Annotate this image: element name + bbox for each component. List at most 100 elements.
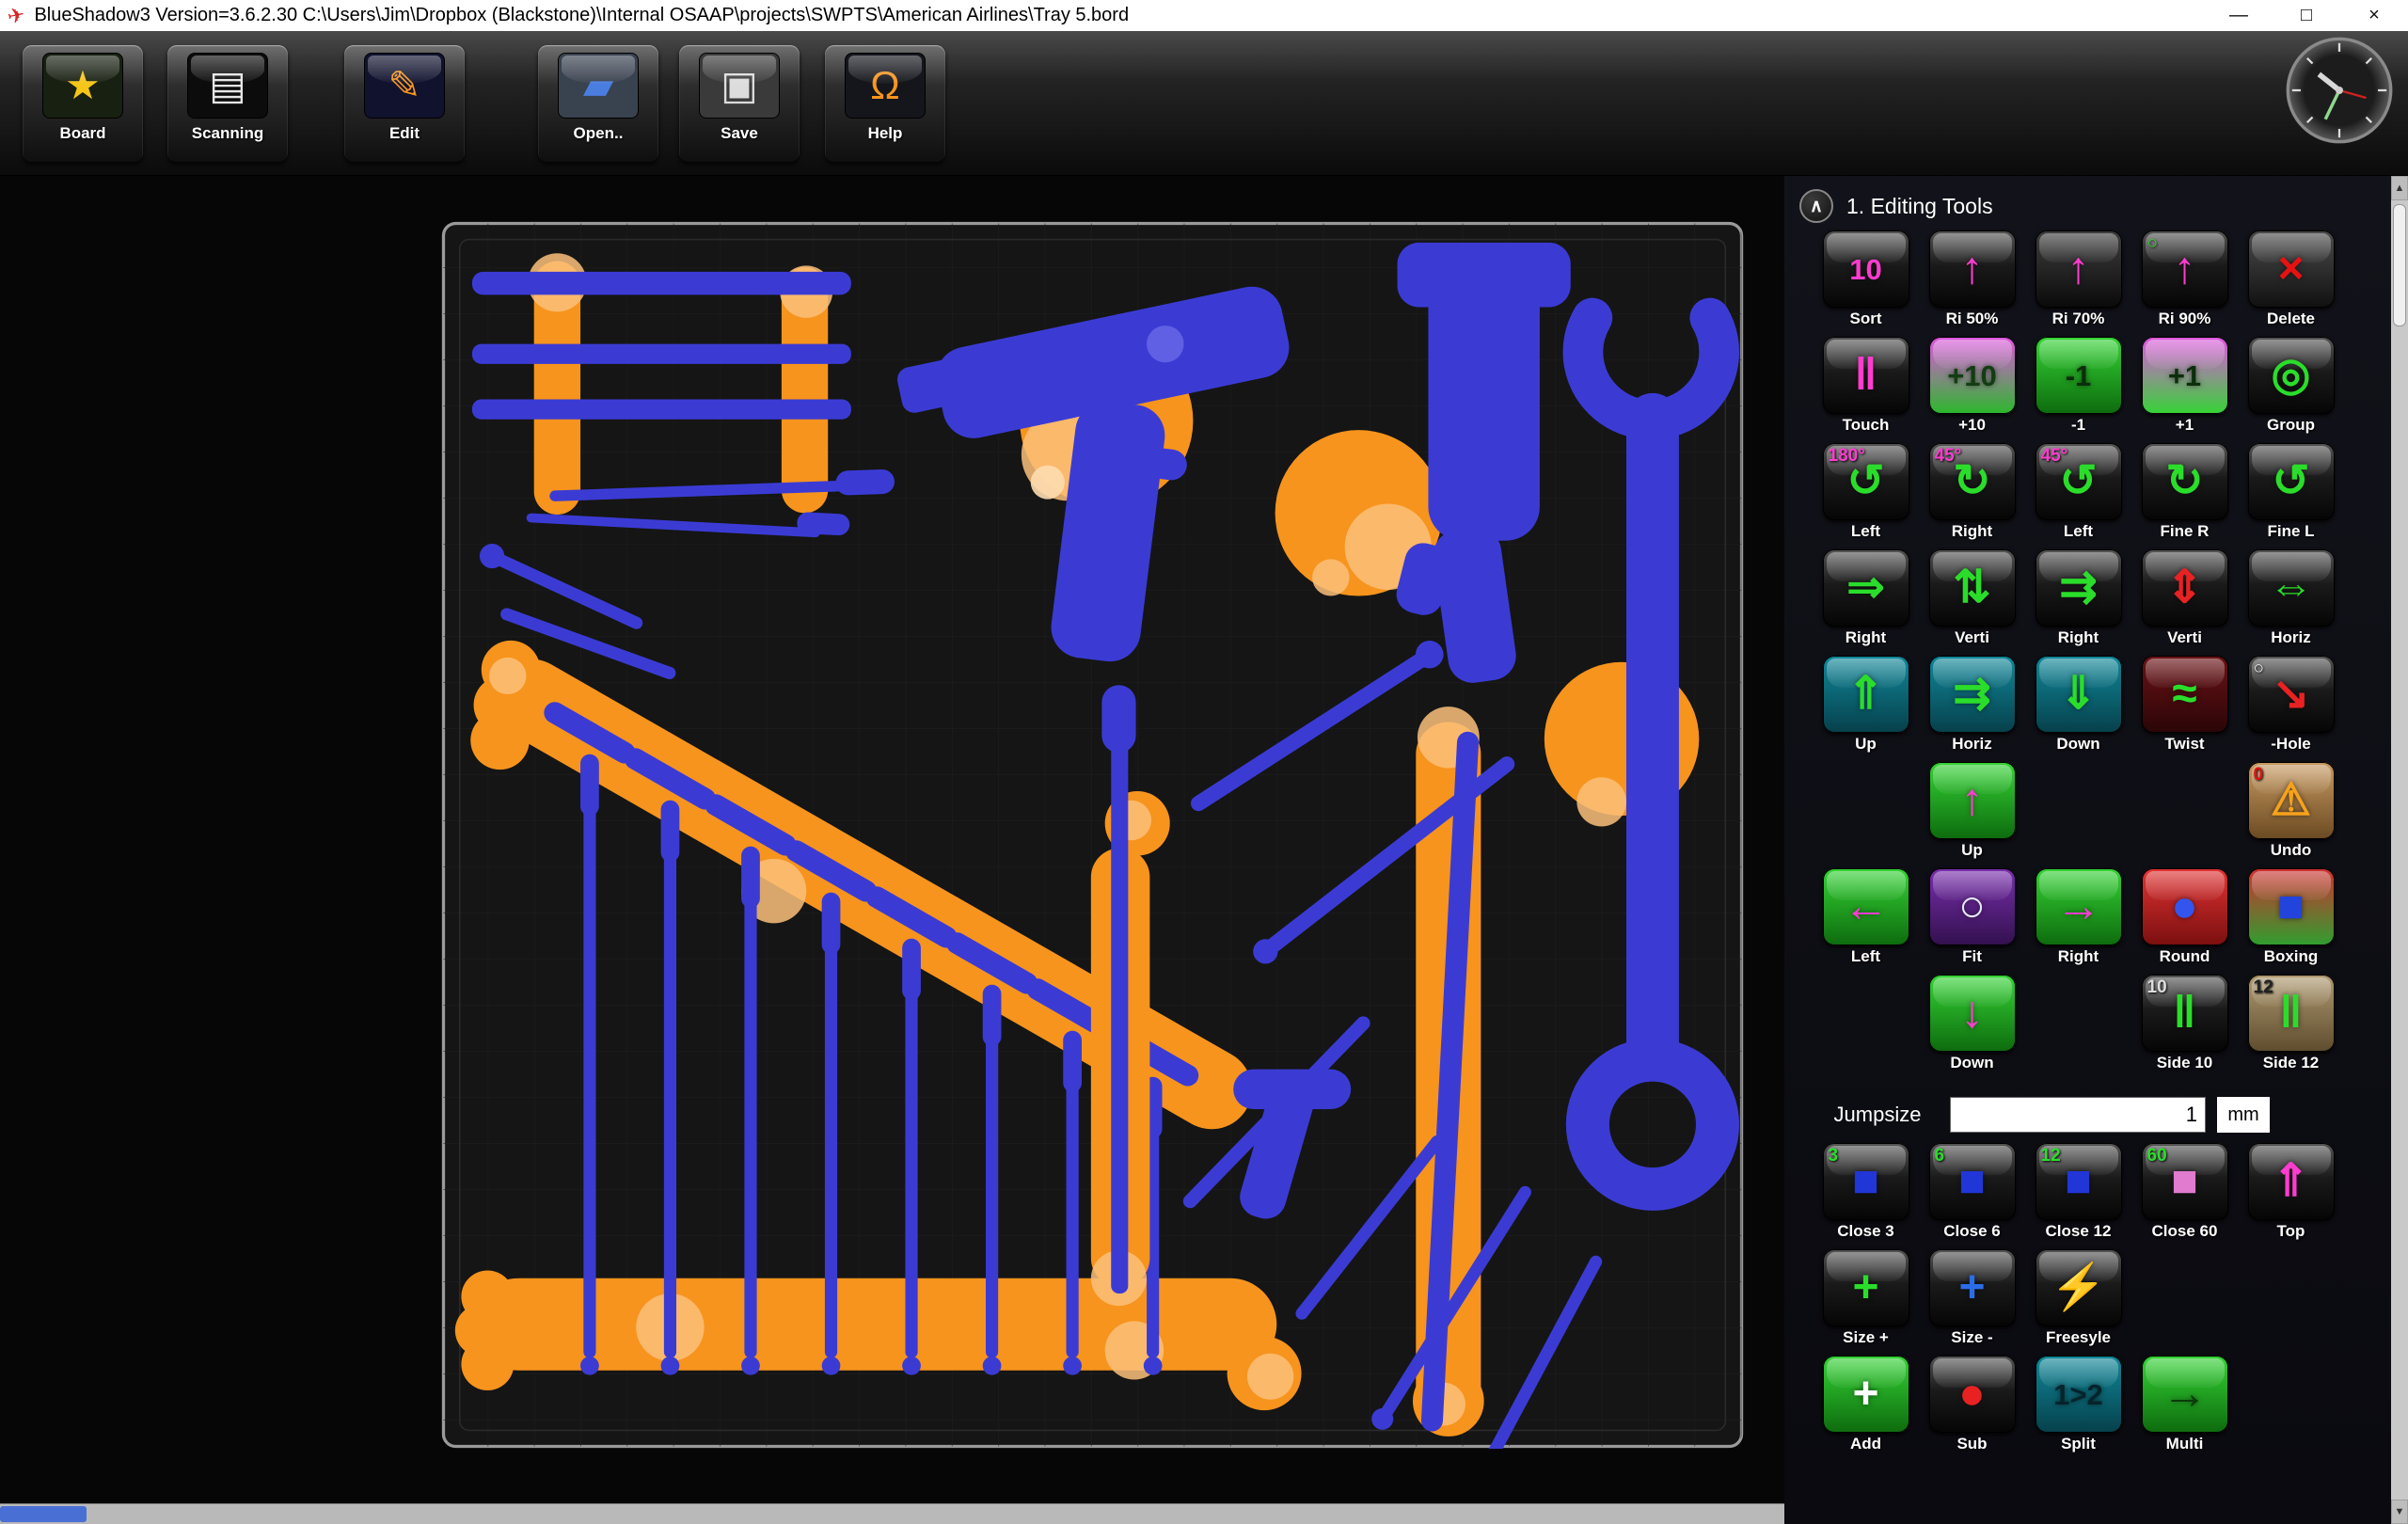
tool-button-fine-r[interactable]: ↻Fine R	[2131, 443, 2238, 549]
tool-button-delete[interactable]: ×Delete	[2238, 230, 2344, 337]
vertical-scrollbar-track[interactable]	[2391, 200, 2408, 1500]
ri-50-icon: ↑	[1929, 230, 2016, 308]
tool-button-twist[interactable]: ≈Twist	[2131, 656, 2238, 762]
tool-button-hole[interactable]: ↘○-Hole	[2238, 656, 2344, 762]
10-icon: +10	[1929, 337, 2016, 414]
open-icon: ▰	[558, 53, 639, 119]
tool-button-sub[interactable]: ●Sub	[1919, 1356, 2025, 1462]
tool-button-round[interactable]: ●Round	[2131, 868, 2238, 975]
tool-button-down[interactable]: ↓Down	[1919, 975, 2025, 1081]
tool-button-close-3[interactable]: ■3Close 3	[1813, 1143, 1919, 1249]
board-canvas[interactable]	[441, 221, 1744, 1449]
scroll-down-button[interactable]: ▼	[2391, 1500, 2408, 1524]
tool-button-top[interactable]: ⇑ Top	[2238, 1143, 2344, 1249]
tool-button-verti[interactable]: ⇕Verti	[2131, 549, 2238, 656]
tool-label: Boxing	[2264, 947, 2319, 966]
tool-button-group[interactable]: ◎Group	[2238, 337, 2344, 443]
tool-button-ri-90[interactable]: ↑○Ri 90%	[2131, 230, 2238, 337]
tool-button-up[interactable]: ↑Up	[1919, 762, 2025, 868]
tool-button-ri-70[interactable]: ↑Ri 70%	[2025, 230, 2131, 337]
tool-button-verti[interactable]: ⇅Verti	[1919, 549, 2025, 656]
close-6-badge: 6	[1935, 1146, 1945, 1167]
tool-button-multi[interactable]: →Multi	[2131, 1356, 2238, 1462]
maximize-button[interactable]: □	[2273, 0, 2340, 31]
tool-button-close-12[interactable]: ■12Close 12	[2025, 1143, 2131, 1249]
toolbar-button-scanning[interactable]: ▤Scanning	[167, 45, 288, 162]
tool-button-boxing[interactable]: ■ Boxing	[2238, 868, 2344, 975]
close-12-badge: 12	[2041, 1146, 2061, 1167]
tool-label: Close 6	[1943, 1222, 2000, 1241]
tool-label: Fine R	[2161, 522, 2210, 541]
tool-button-fine-l[interactable]: ↺Fine L	[2238, 443, 2344, 549]
tool-label: Top	[2277, 1222, 2305, 1241]
vertical-scrollbar[interactable]: ▲ ▼	[2391, 176, 2408, 1524]
jumpsize-input[interactable]	[1950, 1097, 2206, 1133]
tool-button-close-6[interactable]: ■6Close 6	[1919, 1143, 2025, 1249]
toolbar-button-edit[interactable]: ✎Edit	[344, 45, 465, 162]
tool-button-side-12[interactable]: ‖12Side 12	[2238, 975, 2344, 1081]
tool-button-right[interactable]: ↻45°Right	[1919, 443, 2025, 549]
tool-button-sort[interactable]: 10Sort	[1813, 230, 1919, 337]
tool-button-size[interactable]: + Size -	[1919, 1249, 2025, 1356]
tool-label: Right	[2058, 947, 2099, 966]
split-glyph: 1>2	[2053, 1380, 2103, 1409]
toolbar-button-board[interactable]: ★Board	[23, 45, 143, 162]
toolbar-button-save[interactable]: ▣Save	[679, 45, 800, 162]
tool-button-undo[interactable]: ⚠0Undo	[2238, 762, 2344, 868]
tool-label: Ri 70%	[2052, 310, 2105, 328]
close-60-icon: ■60	[2142, 1143, 2228, 1220]
tool-label: +1	[2176, 416, 2194, 435]
tool-button-left[interactable]: ↺180°Left	[1813, 443, 1919, 549]
window-title: BlueShadow3 Version=3.6.2.30 C:\Users\Ji…	[34, 5, 1129, 26]
collapse-panel-button[interactable]: ∧	[1799, 189, 1833, 223]
tool-button-horiz[interactable]: ⇉Horiz	[1919, 656, 2025, 762]
tool-button-close-60[interactable]: ■60Close 60	[2131, 1143, 2238, 1249]
tool-button-left[interactable]: ←Left	[1813, 868, 1919, 975]
left-badge: 45°	[2041, 446, 2068, 467]
tool-button-ri-50[interactable]: ↑Ri 50%	[1919, 230, 2025, 337]
tool-button-side-10[interactable]: ‖10Side 10	[2131, 975, 2238, 1081]
horizontal-scrollbar-thumb[interactable]	[0, 1506, 87, 1522]
tool-button-horiz[interactable]: ⇔Horiz	[2238, 549, 2344, 656]
right-glyph: ⇉	[2059, 565, 2097, 611]
tool-button-freesyle[interactable]: ⚡Freesyle	[2025, 1249, 2131, 1356]
fine-l-glyph: ↺	[2272, 459, 2309, 504]
twist-icon: ≈	[2142, 656, 2228, 733]
tool-button-right[interactable]: →Right	[2025, 868, 2131, 975]
tool-label: Verti	[2167, 628, 2202, 647]
side-10-badge: 10	[2147, 977, 2167, 998]
touch-icon: ‖	[1823, 337, 1909, 414]
jumpsize-row: Jumpsize mm	[1816, 1092, 2376, 1137]
close-button[interactable]: ×	[2340, 0, 2408, 31]
tool-button-fit[interactable]: ○Fit	[1919, 868, 2025, 975]
toolbar-button-help[interactable]: ΩHelp	[825, 45, 945, 162]
undo-badge: 0	[2254, 765, 2264, 786]
tool-label: Right	[1952, 522, 1992, 541]
vertical-scrollbar-thumb[interactable]	[2393, 204, 2406, 326]
group-icon: ◎	[2248, 337, 2335, 414]
tool-button-1[interactable]: +1+1	[2131, 337, 2238, 443]
size-glyph: +	[1958, 1265, 1985, 1310]
tool-label: Up	[1855, 735, 1877, 754]
tool-button-size[interactable]: +Size +	[1813, 1249, 1919, 1356]
horizontal-scrollbar[interactable]	[0, 1503, 1784, 1524]
tool-button-10[interactable]: +10+10	[1919, 337, 2025, 443]
tool-button-split[interactable]: 1>2Split	[2025, 1356, 2131, 1462]
minimize-button[interactable]: —	[2205, 0, 2273, 31]
boxing-glyph: ■	[2277, 884, 2305, 929]
top-glyph: ⇑	[2272, 1159, 2309, 1204]
tool-button-1[interactable]: -1-1	[2025, 337, 2131, 443]
tool-label: Freesyle	[2046, 1328, 2111, 1347]
tool-button-add[interactable]: +Add	[1813, 1356, 1919, 1462]
tool-button-up[interactable]: ⇑Up	[1813, 656, 1919, 762]
side-12-icon: ‖12	[2248, 975, 2335, 1052]
tool-button-down[interactable]: ⇓Down	[2025, 656, 2131, 762]
tool-button-right[interactable]: ⇉Right	[2025, 549, 2131, 656]
scroll-up-button[interactable]: ▲	[2391, 176, 2408, 200]
tool-button-right[interactable]: ⇒Right	[1813, 549, 1919, 656]
tool-label: Size -	[1951, 1328, 1992, 1347]
toolbar-button-open[interactable]: ▰Open..	[538, 45, 658, 162]
tool-button-left[interactable]: ↺45°Left	[2025, 443, 2131, 549]
toolbar-label: Scanning	[192, 124, 264, 143]
tool-button-touch[interactable]: ‖Touch	[1813, 337, 1919, 443]
